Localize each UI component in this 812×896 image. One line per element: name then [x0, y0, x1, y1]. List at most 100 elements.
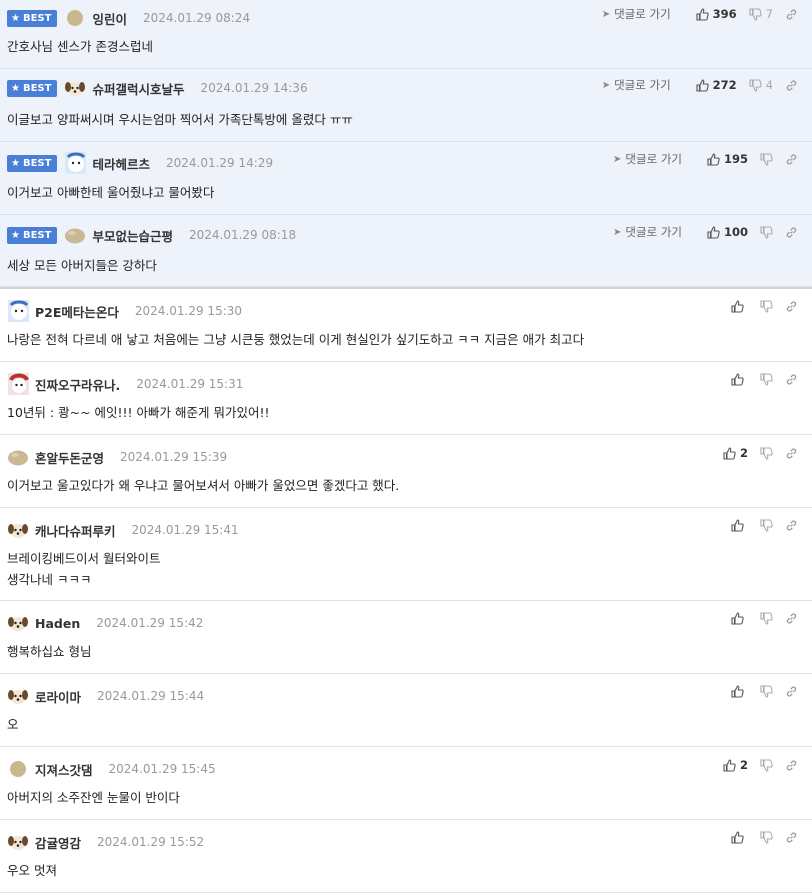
thumbs-down-icon: [760, 300, 773, 313]
nickname[interactable]: 지져스갓댐: [35, 760, 93, 779]
thumbs-down-icon: [760, 446, 773, 460]
copy-link-button[interactable]: [785, 447, 798, 460]
link-icon: [786, 301, 797, 312]
upvote-button[interactable]: [731, 685, 748, 698]
downvote-button[interactable]: [760, 758, 773, 772]
nickname[interactable]: P2E메타는온다: [35, 302, 119, 321]
upvote-button[interactable]: 100: [707, 225, 748, 239]
star-icon: ★: [11, 157, 20, 169]
upvote-button[interactable]: 2: [723, 446, 748, 460]
thumbs-up-icon: [723, 446, 736, 460]
copy-link-button[interactable]: [785, 612, 798, 625]
comment-text: 10년뒤 : 쾅~~ 에잇!!! 아빠가 해준게 뭐가있어!!: [7, 405, 270, 420]
downvote-button[interactable]: [760, 519, 773, 532]
best-badge: ★ BEST: [7, 154, 58, 172]
upvote-button[interactable]: [731, 612, 748, 625]
avatar[interactable]: [7, 758, 29, 780]
star-icon: ★: [11, 229, 20, 241]
upvote-button[interactable]: 2: [723, 758, 748, 772]
link-icon: [786, 80, 797, 90]
comment-text: 아버지의 소주잔엔 눈물이 반이다: [7, 790, 180, 805]
comment-text: 브레이킹베드이서 월터와이트 생각나네 ㅋㅋㅋ: [7, 551, 161, 587]
thumbs-down-icon: [760, 612, 773, 625]
nickname[interactable]: 부모없는습근평: [92, 226, 173, 245]
avatar[interactable]: [7, 519, 29, 541]
link-icon: [786, 686, 797, 697]
comment-text: 오: [7, 717, 19, 732]
copy-link-button[interactable]: [785, 79, 798, 92]
nickname[interactable]: 잉린이: [92, 9, 127, 28]
comment-text: 이글보고 양파써시며 우시는엄마 찍어서 가족단톡방에 올렸다 ㅠㅠ: [7, 112, 353, 127]
nickname[interactable]: 캐나다슈퍼루키: [35, 521, 116, 540]
copy-link-button[interactable]: [785, 519, 798, 532]
upvote-button[interactable]: [731, 373, 748, 386]
downvote-button[interactable]: [760, 685, 773, 698]
avatar[interactable]: [7, 685, 29, 707]
thumbs-down-icon: [760, 519, 773, 532]
comment-date: 2024.01.29 15:31: [136, 377, 244, 391]
comment: 혼알두돈군영 2024.01.29 15:39 이거보고 울고있다가 왜 우냐고…: [0, 435, 812, 508]
copy-link-button[interactable]: [785, 226, 798, 239]
copy-link-button[interactable]: [785, 831, 798, 844]
nickname[interactable]: 진짜오구라유나.: [35, 375, 120, 394]
thumbs-up-icon: [731, 612, 744, 625]
nickname[interactable]: 혼알두돈군영: [35, 448, 104, 467]
comment-text: 이거보고 울고있다가 왜 우냐고 물어보셔서 아빠가 울었으면 좋겠다고 했다.: [7, 478, 400, 493]
copy-link-button[interactable]: [785, 153, 798, 166]
go-to-reply-link[interactable]: ➤ 댓글로 가기: [613, 224, 682, 240]
comment-date: 2024.01.29 15:44: [97, 689, 205, 703]
nickname[interactable]: 슈퍼갤럭시호날두: [92, 79, 184, 98]
nickname[interactable]: 로라이마: [35, 687, 81, 706]
copy-link-button[interactable]: [785, 300, 798, 313]
thumbs-up-icon: [731, 685, 744, 698]
comment: 캐나다슈퍼루키 2024.01.29 15:41 브레이킹베드이서 월터와이트 …: [0, 508, 812, 601]
copy-link-button[interactable]: [785, 685, 798, 698]
avatar[interactable]: [7, 612, 29, 634]
go-to-reply-link[interactable]: ➤ 댓글로 가기: [602, 6, 671, 22]
upvote-button[interactable]: 195: [707, 152, 748, 166]
copy-link-button[interactable]: [785, 759, 798, 772]
go-to-reply-link[interactable]: ➤ 댓글로 가기: [602, 77, 671, 93]
upvote-button[interactable]: 396: [696, 7, 737, 21]
best-comment: ★ BEST 잉린이 2024.01.29 08:24 간호사님 센스가 존경스럽…: [0, 0, 812, 69]
upvote-button[interactable]: [731, 519, 748, 532]
downvote-button[interactable]: [760, 300, 773, 313]
upvote-button[interactable]: [731, 831, 748, 844]
avatar[interactable]: [7, 300, 29, 322]
downvote-button[interactable]: [760, 152, 773, 166]
avatar[interactable]: [7, 373, 29, 395]
avatar[interactable]: [64, 77, 86, 99]
avatar[interactable]: [64, 152, 87, 174]
comment-date: 2024.01.29 15:41: [131, 523, 239, 537]
thumbs-up-icon: [707, 225, 720, 239]
link-icon: [786, 9, 797, 19]
link-icon: [786, 832, 797, 843]
thumbs-down-icon: [760, 685, 773, 698]
avatar[interactable]: [7, 446, 29, 468]
downvote-button[interactable]: [760, 446, 773, 460]
avatar[interactable]: [64, 224, 86, 246]
copy-link-button[interactable]: [785, 8, 798, 21]
downvote-button[interactable]: [760, 831, 773, 844]
downvote-button[interactable]: [760, 225, 773, 239]
avatar[interactable]: [7, 831, 29, 853]
comment-list: ★ BEST 잉린이 2024.01.29 08:24 간호사님 센스가 존경스럽…: [0, 0, 812, 893]
nickname[interactable]: Haden: [35, 616, 80, 631]
nickname[interactable]: 감귤영감: [35, 833, 81, 852]
downvote-button[interactable]: [760, 373, 773, 386]
comment: P2E메타는온다 2024.01.29 15:30 나랑은 전혀 다르네 애 낳…: [0, 287, 812, 362]
thumbs-up-icon: [696, 78, 709, 92]
comment-date: 2024.01.29 15:45: [108, 762, 216, 776]
nickname[interactable]: 테라헤르츠: [92, 154, 150, 173]
upvote-button[interactable]: 272: [696, 78, 737, 92]
upvote-button[interactable]: [731, 300, 748, 313]
copy-link-button[interactable]: [785, 373, 798, 386]
go-to-reply-link[interactable]: ➤ 댓글로 가기: [613, 151, 682, 167]
best-badge: ★ BEST: [7, 226, 58, 244]
comment-date: 2024.01.29 15:52: [97, 835, 205, 849]
downvote-button[interactable]: 7: [749, 7, 773, 21]
comment: 지져스갓댐 2024.01.29 15:45 아버지의 소주잔엔 눈물이 반이다…: [0, 747, 812, 820]
downvote-button[interactable]: 4: [749, 78, 773, 92]
downvote-button[interactable]: [760, 612, 773, 625]
avatar[interactable]: [64, 7, 86, 29]
